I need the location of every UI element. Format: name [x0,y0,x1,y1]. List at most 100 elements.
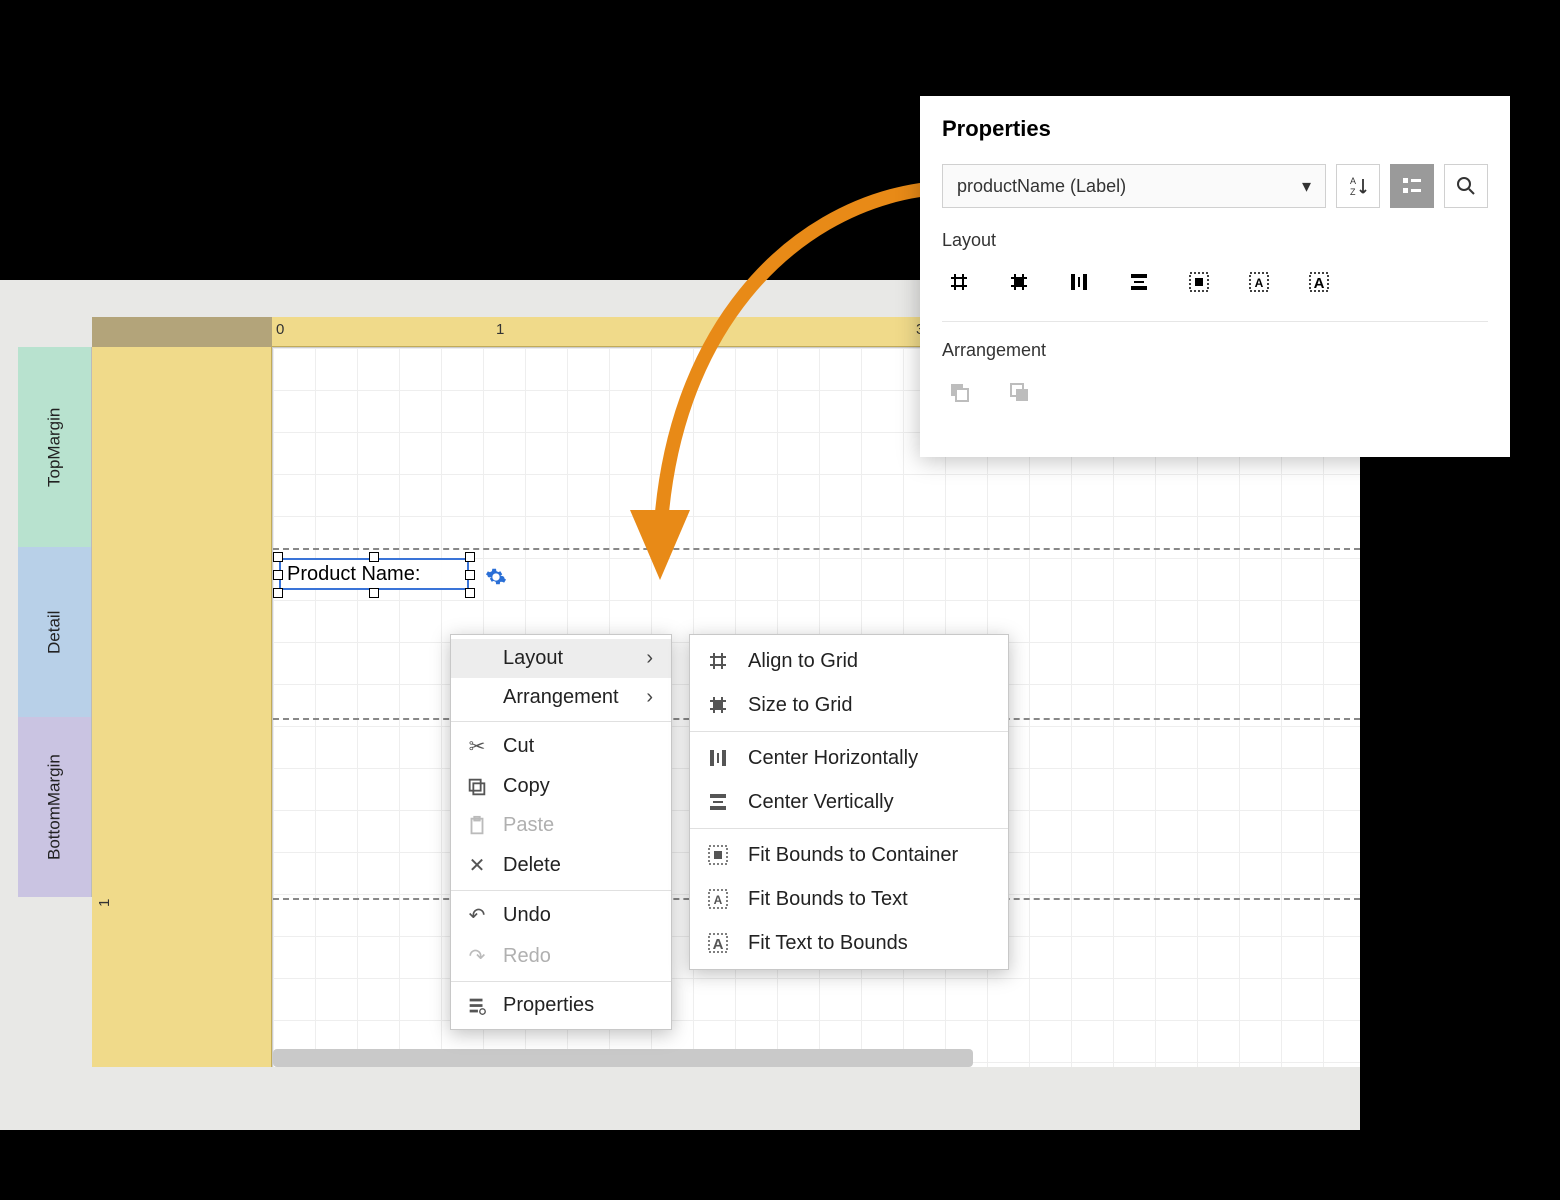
submenu-fit-bounds-to-container[interactable]: Fit Bounds to Container [690,833,1008,877]
resize-handle-sw[interactable] [273,588,283,598]
menu-label: Paste [503,814,554,837]
selected-label-element[interactable]: Product Name: [279,558,469,590]
menu-copy[interactable]: Copy [451,767,671,806]
submenu-align-to-grid[interactable]: Align to Grid [690,639,1008,683]
element-selector-dropdown[interactable]: productName (Label) ▾ [942,164,1326,208]
section-layout-label: Layout [942,230,1488,251]
redo-icon: ↷ [465,944,489,969]
submenu-fit-bounds-to-text[interactable]: A Fit Bounds to Text [690,877,1008,921]
svg-text:A: A [714,893,723,907]
svg-text:A: A [1350,176,1356,186]
smart-tag-gear-icon[interactable] [485,566,507,593]
h-ruler-tick-0: 0 [276,321,284,338]
clipboard-icon [465,815,489,837]
center-v-icon [706,790,730,814]
layout-align-to-grid-button[interactable] [942,265,976,299]
menu-paste: Paste [451,806,671,845]
resize-handle-e[interactable] [465,570,475,580]
scissors-icon: ✂ [465,734,489,759]
menu-undo[interactable]: ↶ Undo [451,895,671,936]
undo-icon: ↶ [465,903,489,928]
submenu-arrow-icon: › [646,647,653,670]
submenu-size-to-grid[interactable]: Size to Grid [690,683,1008,727]
layout-center-h-button[interactable] [1062,265,1096,299]
menu-label: Fit Bounds to Container [748,844,958,867]
horizontal-scrollbar[interactable] [273,1049,973,1067]
h-ruler-tick-1: 1 [496,321,504,338]
layout-size-to-grid-button[interactable] [1002,265,1036,299]
section-divider [942,321,1488,322]
label-text: Product Name: [287,563,420,586]
menu-properties[interactable]: Properties [451,986,671,1025]
svg-text:A: A [1314,275,1325,292]
layout-center-v-button[interactable] [1122,265,1156,299]
categorized-button[interactable] [1390,164,1434,208]
layout-fit-to-text-button[interactable]: A [1242,265,1276,299]
resize-handle-se[interactable] [465,588,475,598]
resize-handle-s[interactable] [369,588,379,598]
vertical-ruler[interactable]: 1 [92,347,272,1067]
menu-cut[interactable]: ✂ Cut [451,726,671,767]
context-menu: Layout › Arrangement › ✂ Cut Copy Paste … [450,634,672,1030]
properties-title: Properties [942,116,1488,142]
copy-icon [465,776,489,798]
menu-label: Arrangement [503,686,619,709]
resize-handle-ne[interactable] [465,552,475,562]
menu-label: Cut [503,735,534,758]
center-h-icon [706,746,730,770]
submenu-center-vertically[interactable]: Center Vertically [690,780,1008,824]
menu-label: Fit Text to Bounds [748,932,908,955]
fit-text-bounds-icon: A [706,931,730,955]
menu-arrangement[interactable]: Arrangement › [451,678,671,717]
menu-label: Center Horizontally [748,747,918,770]
menu-separator [451,890,671,891]
menu-label: Copy [503,775,550,798]
band-bottom-margin[interactable]: BottomMargin [18,717,92,897]
menu-separator [451,721,671,722]
dropdown-value: productName (Label) [957,176,1126,197]
band-separator[interactable] [273,548,1360,550]
section-arrangement-label: Arrangement [942,340,1488,361]
arrangement-send-to-back-button[interactable] [942,375,976,409]
menu-redo: ↷ Redo [451,936,671,977]
fit-text-icon: A [706,887,730,911]
svg-text:A: A [1255,276,1264,290]
submenu-arrow-icon: › [646,686,653,709]
menu-label: Layout [503,647,563,670]
menu-label: Properties [503,994,594,1017]
resize-handle-nw[interactable] [273,552,283,562]
layout-submenu: Align to Grid Size to Grid Center Horizo… [689,634,1009,970]
resize-handle-n[interactable] [369,552,379,562]
menu-label: Delete [503,854,561,877]
menu-label: Undo [503,904,551,927]
submenu-center-horizontally[interactable]: Center Horizontally [690,736,1008,780]
x-icon: ✕ [465,853,489,878]
v-ruler-tick: 1 [96,899,113,907]
menu-label: Align to Grid [748,650,858,673]
band-detail[interactable]: Detail [18,547,92,717]
menu-separator [690,731,1008,732]
chevron-down-icon: ▾ [1302,176,1311,197]
menu-label: Center Vertically [748,791,894,814]
properties-icon [465,995,489,1017]
ruler-corner [92,317,272,347]
properties-panel: Properties productName (Label) ▾ AZ Layo… [920,96,1510,457]
fit-container-icon [706,843,730,867]
band-labels: TopMargin Detail BottomMargin [0,347,92,1067]
submenu-fit-text-to-bounds[interactable]: A Fit Text to Bounds [690,921,1008,965]
align-grid-icon [706,649,730,673]
layout-fit-container-button[interactable] [1182,265,1216,299]
resize-handle-w[interactable] [273,570,283,580]
menu-layout[interactable]: Layout › [451,639,671,678]
band-top-margin[interactable]: TopMargin [18,347,92,547]
menu-label: Size to Grid [748,694,852,717]
search-button[interactable] [1444,164,1488,208]
size-grid-icon [706,693,730,717]
arrangement-bring-to-front-button[interactable] [1002,375,1036,409]
menu-separator [451,981,671,982]
layout-fit-text-to-bounds-button[interactable]: A [1302,265,1336,299]
menu-separator [690,828,1008,829]
menu-delete[interactable]: ✕ Delete [451,845,671,886]
sort-button[interactable]: AZ [1336,164,1380,208]
svg-text:A: A [713,936,724,953]
